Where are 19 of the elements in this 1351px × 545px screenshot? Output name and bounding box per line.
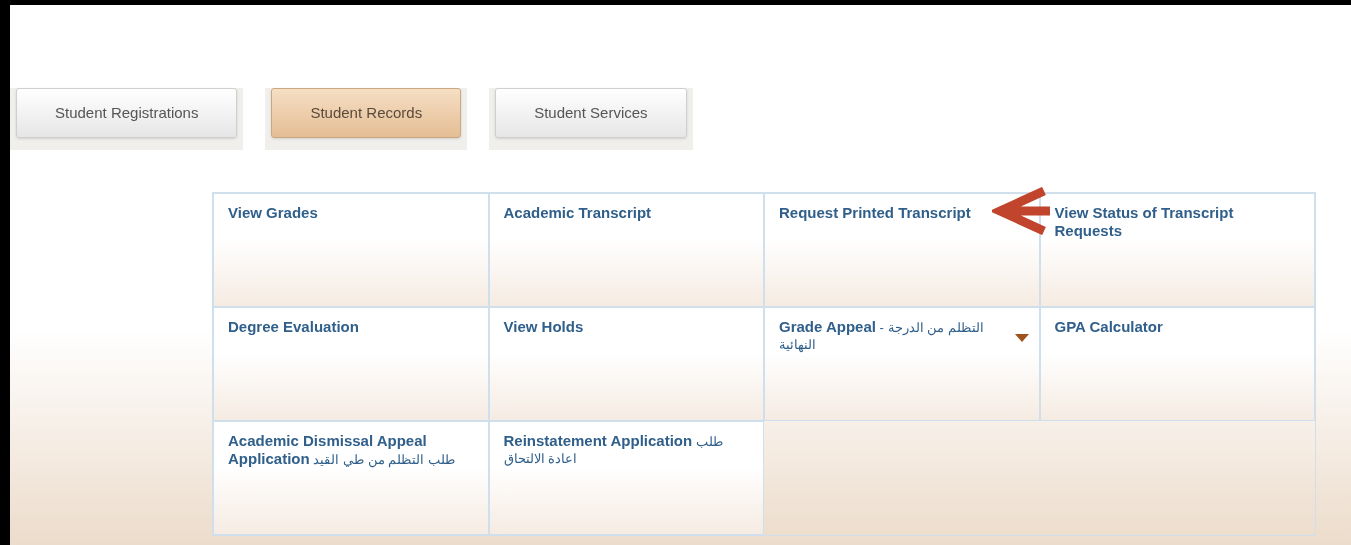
menu-link[interactable]: Degree Evaluation [228,318,462,336]
arrow-annotation [992,187,1050,235]
menu-tile[interactable]: GPA Calculator [1039,307,1315,421]
menu-link[interactable]: Academic Transcript [503,204,737,222]
menu-tile[interactable]: View Holds [488,307,764,421]
menu-tile[interactable]: View Status of Transcript Requests [1039,193,1315,307]
menu-link[interactable]: Request Printed Transcript [779,204,1013,222]
menu-link[interactable]: View Grades [228,204,462,222]
dropdown-icon[interactable] [1014,334,1029,342]
tab[interactable]: Student Registrations [16,88,238,138]
menu-tile[interactable]: View Grades [213,193,489,307]
menu-link[interactable]: View Holds [503,318,737,336]
menu-link[interactable]: View Status of Transcript Requests [1054,204,1288,240]
menu-tile[interactable]: Request Printed Transcript [764,193,1040,307]
menu-tile[interactable]: Academic Transcript [488,193,764,307]
tab[interactable]: Student Records [271,88,462,138]
menu-tile[interactable]: Degree Evaluation [213,307,489,421]
menu-link[interactable]: GPA Calculator [1054,318,1288,336]
tab[interactable]: Student Services [495,88,687,138]
